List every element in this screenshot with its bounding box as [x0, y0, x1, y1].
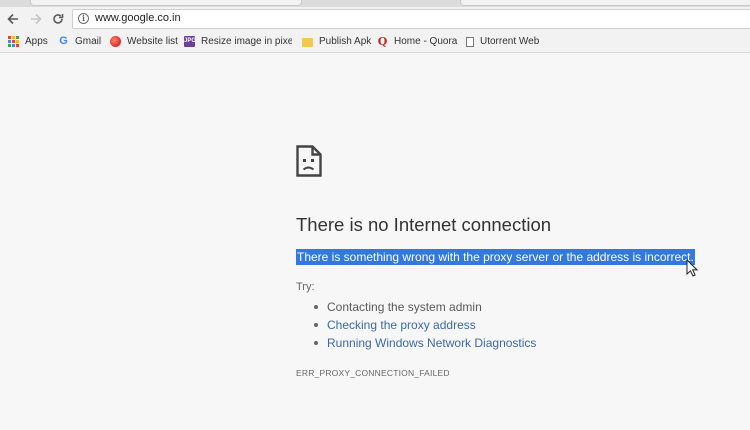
tab-strip — [0, 0, 750, 7]
forward-button[interactable] — [27, 10, 45, 28]
reload-button[interactable] — [49, 10, 67, 28]
bookmarks-bar: Apps G Gmail Website list JPG Resize ima… — [0, 31, 750, 53]
bookmark-label: Home - Quora — [394, 36, 458, 47]
try-label: Try: — [296, 281, 315, 293]
quora-icon: Q — [377, 35, 388, 48]
reload-icon — [53, 14, 64, 24]
google-g-icon: G — [59, 35, 68, 47]
error-description: There is something wrong with the proxy … — [296, 249, 695, 265]
bookmark-label: Publish Apk — [319, 36, 372, 47]
page-icon — [466, 36, 474, 47]
error-code: ERR_PROXY_CONNECTION_FAILED — [296, 368, 450, 378]
suggestion-network-diagnostics-link[interactable]: Running Windows Network Diagnostics — [312, 334, 536, 352]
suggestion-check-proxy-link[interactable]: Checking the proxy address — [312, 316, 536, 334]
address-bar[interactable]: i www.google.co.in — [72, 9, 750, 29]
bookmark-apps[interactable]: Apps — [8, 34, 48, 49]
info-icon[interactable]: i — [78, 13, 89, 24]
bookmark-label: Utorrent Web — [480, 36, 540, 47]
bookmark-quora[interactable]: Q Home - Quora — [377, 34, 458, 49]
back-button[interactable] — [4, 10, 22, 28]
folder-icon — [302, 37, 313, 47]
bookmark-label: Gmail — [75, 36, 102, 47]
jpg-icon: JPG — [184, 36, 196, 47]
website-list-icon — [110, 36, 121, 47]
bookmark-utorrent[interactable]: Utorrent Web — [466, 34, 539, 49]
text-cursor-icon — [686, 259, 698, 277]
bookmark-website-list[interactable]: Website list — [110, 34, 178, 49]
bookmark-label: Website list — [127, 36, 178, 47]
bookmark-resize-image[interactable]: JPG Resize image in pixels — [184, 34, 292, 49]
suggestion-contact-admin: Contacting the system admin — [312, 298, 536, 316]
bookmark-publish-apk[interactable]: Publish Apk — [302, 34, 371, 49]
browser-toolbar: i www.google.co.in — [0, 7, 750, 31]
apps-grid-icon — [8, 36, 19, 47]
tab[interactable] — [460, 0, 750, 6]
suggestion-list: Contacting the system admin Checking the… — [312, 298, 536, 352]
tab[interactable] — [30, 0, 302, 6]
bookmark-label: Apps — [25, 36, 48, 47]
bookmark-label: Resize image in pixels — [201, 36, 292, 47]
arrow-right-icon — [31, 13, 42, 25]
url-text[interactable]: www.google.co.in — [95, 12, 181, 24]
arrow-left-icon — [7, 13, 18, 25]
error-title: There is no Internet connection — [296, 214, 552, 235]
sad-page-icon — [296, 145, 322, 177]
bookmark-gmail[interactable]: G Gmail — [58, 34, 101, 49]
